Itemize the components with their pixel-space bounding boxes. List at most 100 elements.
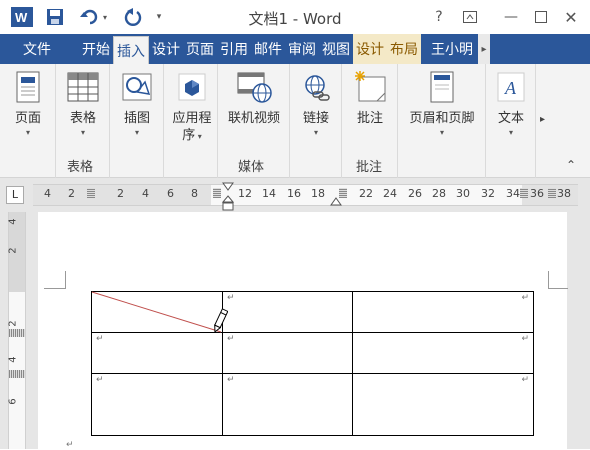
pages-dropdown-icon: ▾ bbox=[25, 128, 30, 137]
hruler-tick: 26 bbox=[408, 187, 422, 200]
header-footer-button[interactable]: 页眉和页脚 ▾ bbox=[402, 64, 482, 139]
cell-end-mark: ↵ bbox=[227, 375, 235, 385]
header-footer-label: 页眉和页脚 bbox=[409, 111, 475, 126]
cell-end-mark: ↵ bbox=[521, 375, 529, 385]
tab-mailings[interactable]: 邮件 bbox=[251, 34, 285, 64]
table-cell[interactable]: ↵ bbox=[352, 373, 534, 436]
hruler-tick: 2 bbox=[68, 187, 75, 200]
apps-label-line2: 序 ▾ bbox=[182, 128, 202, 143]
pages-button[interactable]: 页面 ▾ bbox=[6, 64, 50, 139]
maximize-button[interactable] bbox=[530, 6, 552, 28]
hruler-tick: 34 bbox=[506, 187, 520, 200]
hruler-tick: 30 bbox=[456, 187, 470, 200]
header-footer-icon bbox=[424, 70, 460, 104]
store-icon bbox=[174, 70, 210, 104]
ribbon-tabs: 文件 开始 插入 设计 页面 引用 邮件 审阅 视图 设计 布局 王小明 ▸ bbox=[0, 34, 590, 64]
hruler-tick: 14 bbox=[262, 187, 276, 200]
table-button[interactable]: 表格 ▾ bbox=[60, 64, 106, 139]
table-cell[interactable]: ↵ bbox=[222, 291, 353, 333]
hruler-tick: 6 bbox=[167, 187, 174, 200]
vruler-tick: 6 bbox=[7, 398, 19, 405]
hruler-tick: 18 bbox=[311, 187, 325, 200]
tab-page[interactable]: 页面 bbox=[183, 34, 217, 64]
cell-end-mark: ↵ bbox=[96, 375, 104, 385]
ribbon-scroll-right-icon[interactable]: ▸ bbox=[540, 114, 545, 125]
tab-table-design[interactable]: 设计 bbox=[353, 34, 387, 64]
vruler-tick: 2 bbox=[7, 247, 19, 254]
table-dropdown-icon: ▾ bbox=[80, 128, 85, 137]
hruler-tick: 38 bbox=[557, 187, 571, 200]
illustrations-button[interactable]: 插图 ▾ bbox=[116, 64, 158, 139]
hruler-tick: 32 bbox=[481, 187, 495, 200]
vruler-tick: 4 bbox=[7, 356, 19, 363]
group-label-media: 媒体 bbox=[238, 160, 265, 175]
tab-references[interactable]: 引用 bbox=[217, 34, 251, 64]
scroll-tabs-right-icon[interactable]: ▸ bbox=[478, 34, 490, 64]
apps-button[interactable]: 应用程 序 ▾ bbox=[166, 64, 218, 145]
apps-label-2: 序 bbox=[182, 128, 196, 143]
cell-end-mark: ↵ bbox=[227, 293, 235, 303]
ribbon-display-options-icon[interactable] bbox=[459, 6, 481, 28]
collapse-ribbon-icon[interactable]: ⌃ bbox=[566, 158, 576, 172]
column-marker-icon[interactable] bbox=[548, 188, 556, 198]
hruler-tick: 4 bbox=[142, 187, 149, 200]
text-button[interactable]: A 文本 ▾ bbox=[490, 64, 532, 139]
hruler-tick: 12 bbox=[238, 187, 252, 200]
help-button[interactable]: ? bbox=[428, 6, 450, 28]
apps-label: 应用程 bbox=[172, 111, 212, 126]
vruler-tick: 2 bbox=[7, 320, 19, 327]
online-video-label: 联机视频 bbox=[227, 111, 280, 126]
pages-label: 页面 bbox=[14, 111, 41, 126]
tab-review[interactable]: 审阅 bbox=[285, 34, 319, 64]
table-label: 表格 bbox=[69, 111, 96, 126]
diagonal-line bbox=[91, 291, 222, 333]
comment-button[interactable]: 批注 bbox=[348, 64, 392, 127]
tab-selector-icon[interactable]: L bbox=[6, 186, 24, 204]
column-marker-icon[interactable] bbox=[213, 188, 221, 198]
group-text: A 文本 ▾ bbox=[486, 64, 536, 178]
table-cell[interactable]: ↵ bbox=[352, 291, 534, 333]
table-cell[interactable]: ↵ bbox=[91, 332, 223, 374]
right-indent-marker-icon[interactable] bbox=[330, 196, 342, 211]
hruler-tick: 24 bbox=[383, 187, 397, 200]
group-media: 联机视频 媒体 bbox=[218, 64, 290, 178]
column-marker-icon[interactable] bbox=[520, 188, 528, 198]
illustrations-dropdown-icon: ▾ bbox=[134, 128, 139, 137]
table-cell[interactable]: ↵ bbox=[222, 332, 353, 374]
pencil-cursor-icon bbox=[212, 308, 229, 338]
tab-insert[interactable]: 插入 bbox=[113, 36, 149, 64]
table-cell[interactable]: ↵ bbox=[222, 373, 353, 436]
cell-end-mark: ↵ bbox=[227, 334, 235, 344]
vruler-row-marker[interactable] bbox=[9, 329, 25, 337]
links-dropdown-icon: ▾ bbox=[313, 128, 318, 137]
comment-label: 批注 bbox=[356, 111, 383, 126]
tab-design[interactable]: 设计 bbox=[149, 34, 183, 64]
text-dropdown-icon: ▾ bbox=[508, 128, 513, 137]
margin-crop-mark-tl bbox=[44, 271, 66, 289]
hruler-tick: 2 bbox=[117, 187, 124, 200]
table-cell[interactable]: ↵ bbox=[91, 373, 223, 436]
user-name[interactable]: 王小明 bbox=[421, 34, 476, 64]
group-header-footer: 页眉和页脚 ▾ bbox=[398, 64, 486, 178]
cell-end-mark: ↵ bbox=[521, 293, 529, 303]
vruler-tick: 4 bbox=[7, 218, 19, 225]
indent-marker-icon[interactable] bbox=[221, 182, 235, 216]
comment-icon bbox=[352, 70, 388, 104]
minimize-button[interactable]: — bbox=[500, 6, 522, 28]
online-video-button[interactable]: 联机视频 bbox=[222, 64, 286, 127]
group-illustrations: 插图 ▾ bbox=[110, 64, 164, 178]
group-links: 链接 ▾ bbox=[290, 64, 342, 178]
tab-file[interactable]: 文件 bbox=[0, 34, 74, 64]
table-cell[interactable]: ↵ bbox=[352, 332, 534, 374]
tab-view[interactable]: 视图 bbox=[319, 34, 353, 64]
column-marker-icon[interactable] bbox=[87, 188, 95, 198]
tab-home[interactable]: 开始 bbox=[74, 34, 113, 64]
tab-table-layout[interactable]: 布局 bbox=[387, 34, 421, 64]
close-button[interactable]: ✕ bbox=[560, 6, 582, 28]
group-apps: 应用程 序 ▾ bbox=[164, 64, 218, 178]
table-icon bbox=[65, 70, 101, 104]
vruler-row-marker[interactable] bbox=[9, 370, 25, 378]
links-button[interactable]: 链接 ▾ bbox=[296, 64, 336, 139]
shapes-icon bbox=[119, 70, 155, 104]
header-footer-dropdown-icon: ▾ bbox=[439, 128, 444, 137]
